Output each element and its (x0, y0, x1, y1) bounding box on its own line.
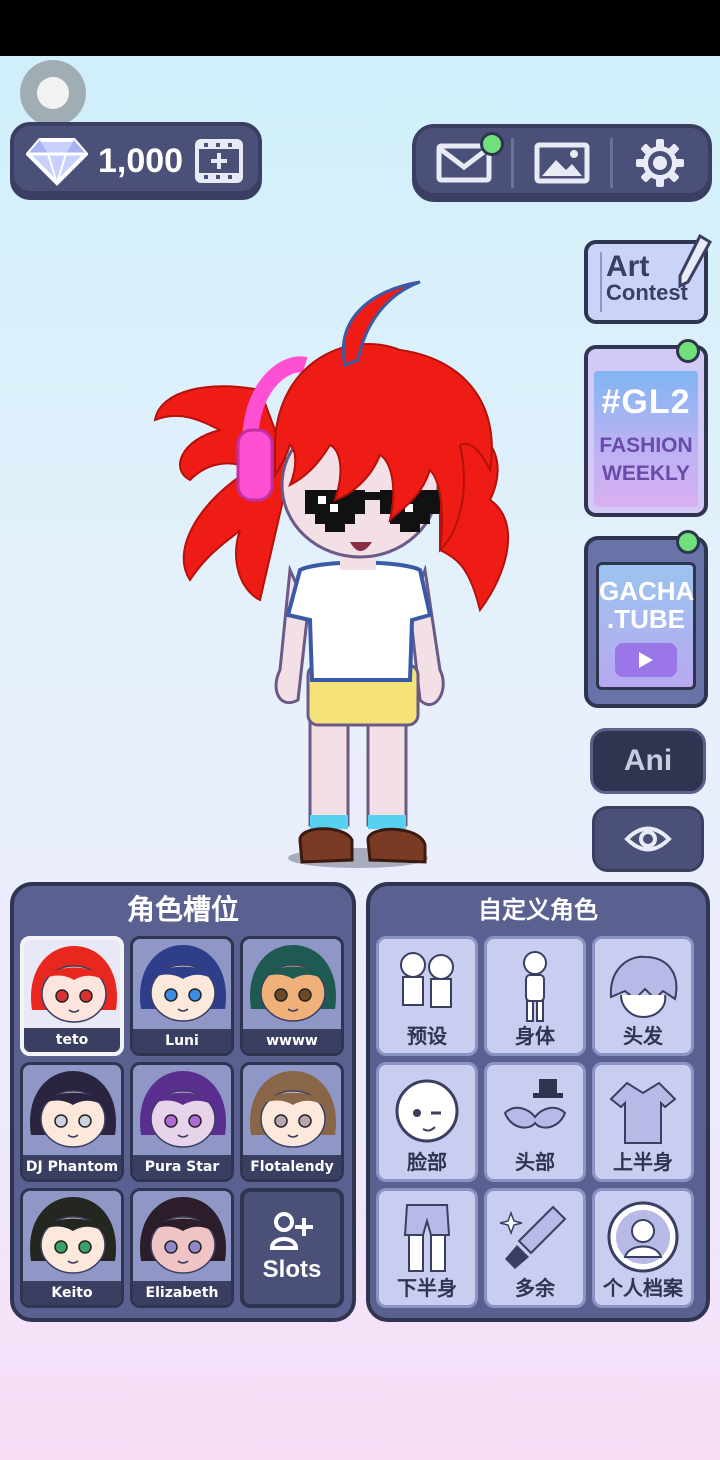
character-slot[interactable]: Elizabeth (130, 1188, 234, 1308)
status-bar (0, 0, 720, 56)
character-slots-grid: teto Luni wwww DJ Phantom Pura Star Flot… (20, 936, 344, 1308)
slot-name: Elizabeth (133, 1281, 231, 1305)
eye-icon (624, 826, 672, 852)
top-toolbar (412, 124, 712, 202)
upper-body-label: 上半身 (613, 1150, 673, 1174)
lower-body-label: 下半身 (397, 1276, 457, 1300)
character-slot[interactable]: Flotalendy (240, 1062, 344, 1182)
add-slots-label: Slots (262, 1256, 322, 1283)
character-portrait (140, 1071, 226, 1148)
hair-label: 头发 (623, 1024, 663, 1048)
character-slot[interactable]: wwww (240, 936, 344, 1056)
mail-notification-dot (480, 132, 504, 156)
slot-name: Luni (133, 1029, 231, 1053)
gl2-fashion-weekly-button[interactable]: #GL2 FASHION WEEKLY (584, 339, 708, 517)
slot-name: Keito (23, 1281, 121, 1305)
lower-body-icon (403, 1204, 451, 1272)
customize-grid: 预设 身体 头发 脸部 头部 上半身 下半身 多余 个人档案 (376, 936, 694, 1308)
currency-panel: 1,000 (10, 122, 262, 200)
body-label: 身体 (515, 1024, 555, 1048)
head-accessory-icon (503, 1079, 567, 1129)
pencil-icon (678, 234, 713, 289)
gl2-line2: WEEKLY (602, 462, 690, 485)
body-button[interactable]: 身体 (484, 936, 586, 1056)
mail-button[interactable] (416, 128, 511, 198)
character-slot[interactable]: Pura Star (130, 1062, 234, 1182)
character-slot[interactable]: Luni (130, 936, 234, 1056)
image-icon (534, 142, 590, 184)
character-portrait (30, 1071, 116, 1148)
character-slot[interactable]: DJ Phantom (20, 1062, 124, 1182)
face-icon (395, 1079, 459, 1143)
face-button[interactable]: 脸部 (376, 1062, 478, 1182)
play-icon (615, 643, 677, 677)
profile-icon (607, 1201, 679, 1273)
gl2-line1: FASHION (599, 434, 693, 457)
upper-body-button[interactable]: 上半身 (592, 1062, 694, 1182)
character-slot[interactable]: Keito (20, 1188, 124, 1308)
character-portrait (250, 945, 336, 1022)
notebook-binding (592, 252, 602, 312)
slot-name: Flotalendy (243, 1155, 341, 1179)
presets-label: 预设 (407, 1024, 447, 1048)
gachatube-line1: GACHA (599, 576, 695, 606)
character-portrait (30, 1197, 116, 1274)
gl2-tag: #GL2 (601, 383, 691, 421)
hide-ui-button[interactable] (592, 806, 704, 872)
gachatube-button[interactable]: GACHA .TUBE (584, 530, 708, 708)
gachatube-line2: .TUBE (607, 604, 685, 634)
profile-label: 个人档案 (603, 1276, 683, 1300)
character-model[interactable] (140, 270, 540, 880)
slot-name: Pura Star (133, 1155, 231, 1179)
watch-ad-add-icon[interactable] (195, 137, 244, 185)
head-accessory-label: 头部 (515, 1150, 555, 1174)
character-slots-title: 角色槽位 (126, 893, 239, 926)
lower-body-button[interactable]: 下半身 (376, 1188, 478, 1308)
character-slot[interactable]: teto (20, 936, 124, 1056)
gem-count: 1,000 (98, 141, 184, 180)
ani-button[interactable]: Ani (590, 728, 706, 794)
hair-icon (609, 955, 678, 1019)
character-slots-panel: 角色槽位 teto Luni wwww DJ Phantom Pura Star… (10, 882, 356, 1322)
slot-name: wwww (243, 1029, 341, 1053)
gear-icon (636, 139, 685, 187)
presets-button[interactable]: 预设 (376, 936, 478, 1056)
hair-button[interactable]: 头发 (592, 936, 694, 1056)
gallery-button[interactable] (511, 138, 609, 188)
character-portrait (140, 1197, 226, 1274)
head-accessory-button[interactable]: 头部 (484, 1062, 586, 1182)
character-portrait (140, 945, 226, 1022)
face-label: 脸部 (407, 1150, 447, 1174)
floating-assist-button[interactable] (20, 60, 86, 126)
presets-icon (400, 952, 454, 1008)
add-slots-button[interactable]: Slots (240, 1188, 344, 1308)
diamond-icon (26, 138, 88, 186)
slot-name: teto (24, 1028, 120, 1052)
body-icon (523, 951, 547, 1022)
art-contest-button[interactable]: Art Contest (584, 234, 713, 324)
slot-name: DJ Phantom (23, 1155, 121, 1179)
customize-title: 自定义角色 (478, 896, 598, 924)
gachatube-notification-dot (676, 530, 700, 554)
upper-body-icon (609, 1081, 677, 1144)
character-portrait (31, 946, 117, 1023)
extra-label: 多余 (515, 1276, 555, 1300)
settings-button[interactable] (609, 138, 708, 188)
gl2-notification-dot (676, 339, 700, 363)
customize-panel: 自定义角色 预设 身体 头发 脸部 头部 上半身 下半身 多余 个人档案 (366, 882, 710, 1322)
extra-button[interactable]: 多余 (484, 1188, 586, 1308)
profile-button[interactable]: 个人档案 (592, 1188, 694, 1308)
extra-icon (499, 1205, 567, 1269)
add-user-icon (270, 1212, 313, 1250)
character-portrait (250, 1071, 336, 1148)
